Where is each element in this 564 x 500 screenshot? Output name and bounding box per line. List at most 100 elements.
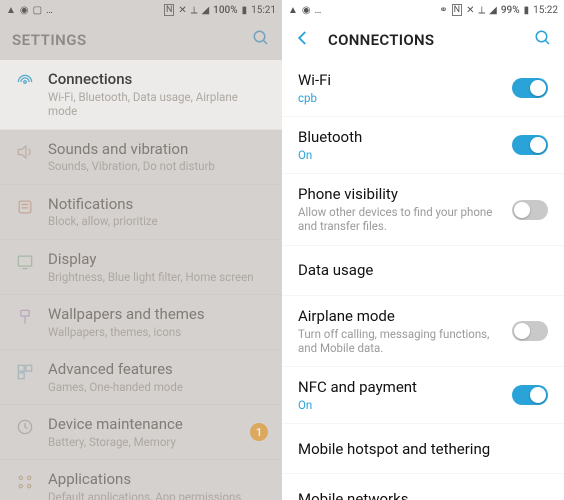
item-label: Wi-Fi: [298, 71, 500, 90]
item-texts: Advanced featuresGames, One-handed mode: [48, 360, 268, 394]
settings-screen: ▲ ◉ ▢ … N ✕ ⟂ ◢ 100% ▮ 15:21 SETTINGS Co…: [0, 0, 282, 500]
more-icon: …: [46, 5, 53, 16]
item-label: Advanced features: [48, 360, 268, 379]
item-label: Airplane mode: [298, 307, 500, 326]
settings-item-notifications[interactable]: NotificationsBlock, allow, prioritize: [0, 185, 282, 240]
vibrate-icon: ✕: [178, 5, 186, 16]
back-button[interactable]: [294, 29, 312, 51]
settings-item-advanced-features[interactable]: Advanced featuresGames, One-handed mode: [0, 350, 282, 405]
connections-item-nfc-and-payment[interactable]: NFC and paymentOn: [282, 367, 564, 424]
nfc-icon: N: [452, 4, 462, 16]
settings-item-sounds-and-vibration[interactable]: Sounds and vibrationSounds, Vibration, D…: [0, 130, 282, 185]
item-texts: Mobile hotspot and tethering: [298, 440, 548, 459]
nfc-icon: N: [164, 4, 174, 16]
item-texts: Phone visibilityAllow other devices to f…: [298, 185, 500, 234]
item-sub: On: [298, 148, 500, 162]
settings-item-wallpapers-and-themes[interactable]: Wallpapers and themesWallpapers, themes,…: [0, 295, 282, 350]
item-sub: Games, One-handed mode: [48, 380, 268, 394]
toggle-switch[interactable]: [512, 321, 548, 341]
item-texts: NotificationsBlock, allow, prioritize: [48, 195, 268, 229]
item-label: Display: [48, 250, 268, 269]
item-texts: Wi-Ficpb: [298, 71, 500, 105]
toggle-knob: [514, 323, 530, 339]
page-title: SETTINGS: [12, 31, 87, 49]
settings-item-connections[interactable]: ConnectionsWi-Fi, Bluetooth, Data usage,…: [0, 60, 282, 130]
clock-text: 15:22: [533, 5, 558, 16]
item-sub: Brightness, Blue light filter, Home scre…: [48, 270, 268, 284]
item-texts: ApplicationsDefault applications, App pe…: [48, 470, 268, 500]
item-sub: Wallpapers, themes, icons: [48, 325, 268, 339]
status-bar: ▲ ◉ ▢ … N ✕ ⟂ ◢ 100% ▮ 15:21: [0, 0, 282, 20]
wifi-icon: ⟂: [478, 5, 485, 16]
toggle-switch[interactable]: [512, 135, 548, 155]
toggle-knob: [530, 387, 546, 403]
search-button[interactable]: [252, 29, 270, 51]
status-bar: ▲ ◉ … ⚭ N ✕ ⟂ ◢ 99% ▮ 15:22: [282, 0, 564, 20]
item-sub: Turn off calling, messaging functions, a…: [298, 327, 500, 356]
connections-item-bluetooth[interactable]: BluetoothOn: [282, 117, 564, 174]
signal-icon: ◢: [201, 5, 209, 16]
item-texts: ConnectionsWi-Fi, Bluetooth, Data usage,…: [48, 70, 268, 119]
connections-icon: [14, 70, 36, 92]
display-icon: [14, 250, 36, 272]
toggle-switch[interactable]: [512, 200, 548, 220]
settings-header: SETTINGS: [0, 20, 282, 60]
connections-list[interactable]: Wi-Ficpb BluetoothOn Phone visibilityAllow…: [282, 60, 564, 500]
item-sub: cpb: [298, 91, 500, 105]
image-icon: ▢: [33, 5, 42, 16]
toggle-switch[interactable]: [512, 78, 548, 98]
toggle-switch[interactable]: [512, 385, 548, 405]
toggle-knob: [514, 202, 530, 218]
item-label: Connections: [48, 70, 268, 89]
item-texts: BluetoothOn: [298, 128, 500, 162]
wifi-icon: ⟂: [191, 5, 198, 16]
settings-item-applications[interactable]: ApplicationsDefault applications, App pe…: [0, 460, 282, 500]
connections-item-airplane-mode[interactable]: Airplane modeTurn off calling, messaging…: [282, 296, 564, 368]
battery-text: 100%: [213, 5, 237, 16]
connections-item-phone-visibility[interactable]: Phone visibilityAllow other devices to f…: [282, 174, 564, 246]
item-texts: Mobile networks: [298, 490, 548, 500]
connections-item-mobile-networks[interactable]: Mobile networks: [282, 474, 564, 500]
battery-icon: ▮: [524, 5, 530, 16]
settings-item-device-maintenance[interactable]: Device maintenanceBattery, Storage, Memo…: [0, 405, 282, 460]
item-sub: Block, allow, prioritize: [48, 214, 268, 228]
connections-screen: ▲ ◉ … ⚭ N ✕ ⟂ ◢ 99% ▮ 15:22 CONNECTIONS …: [282, 0, 564, 500]
notifications-icon: [14, 195, 36, 217]
item-label: NFC and payment: [298, 378, 500, 397]
item-label: Sounds and vibration: [48, 140, 268, 159]
more-icon: …: [315, 5, 322, 16]
search-button[interactable]: [534, 29, 552, 51]
sync-icon: ◉: [20, 5, 29, 16]
advanced-icon: [14, 360, 36, 382]
item-label: Data usage: [298, 261, 548, 280]
item-texts: NFC and paymentOn: [298, 378, 500, 412]
signal-icon: ◢: [489, 5, 497, 16]
item-label: Phone visibility: [298, 185, 500, 204]
item-texts: Data usage: [298, 261, 548, 280]
connections-item-data-usage[interactable]: Data usage: [282, 246, 564, 296]
badge: 1: [250, 423, 268, 441]
item-texts: Device maintenanceBattery, Storage, Memo…: [48, 415, 238, 449]
warning-icon: ▲: [6, 5, 16, 16]
clock-text: 15:21: [251, 5, 276, 16]
item-texts: DisplayBrightness, Blue light filter, Ho…: [48, 250, 268, 284]
settings-list[interactable]: ConnectionsWi-Fi, Bluetooth, Data usage,…: [0, 60, 282, 500]
item-label: Wallpapers and themes: [48, 305, 268, 324]
sound-icon: [14, 140, 36, 162]
settings-item-display[interactable]: DisplayBrightness, Blue light filter, Ho…: [0, 240, 282, 295]
item-sub: On: [298, 398, 500, 412]
page-title: CONNECTIONS: [328, 31, 434, 49]
connections-item-mobile-hotspot-and-tethering[interactable]: Mobile hotspot and tethering: [282, 424, 564, 474]
battery-icon: ▮: [242, 5, 248, 16]
search-icon: [252, 29, 270, 47]
apps-icon: [14, 470, 36, 492]
item-sub: Wi-Fi, Bluetooth, Data usage, Airplane m…: [48, 90, 268, 119]
item-texts: Wallpapers and themesWallpapers, themes,…: [48, 305, 268, 339]
search-icon: [534, 29, 552, 47]
connections-item-wi-fi[interactable]: Wi-Ficpb: [282, 60, 564, 117]
item-sub: Allow other devices to find your phone a…: [298, 205, 500, 234]
wallpaper-icon: [14, 305, 36, 327]
item-label: Applications: [48, 470, 268, 489]
vibrate-icon: ✕: [466, 5, 474, 16]
item-texts: Sounds and vibrationSounds, Vibration, D…: [48, 140, 268, 174]
